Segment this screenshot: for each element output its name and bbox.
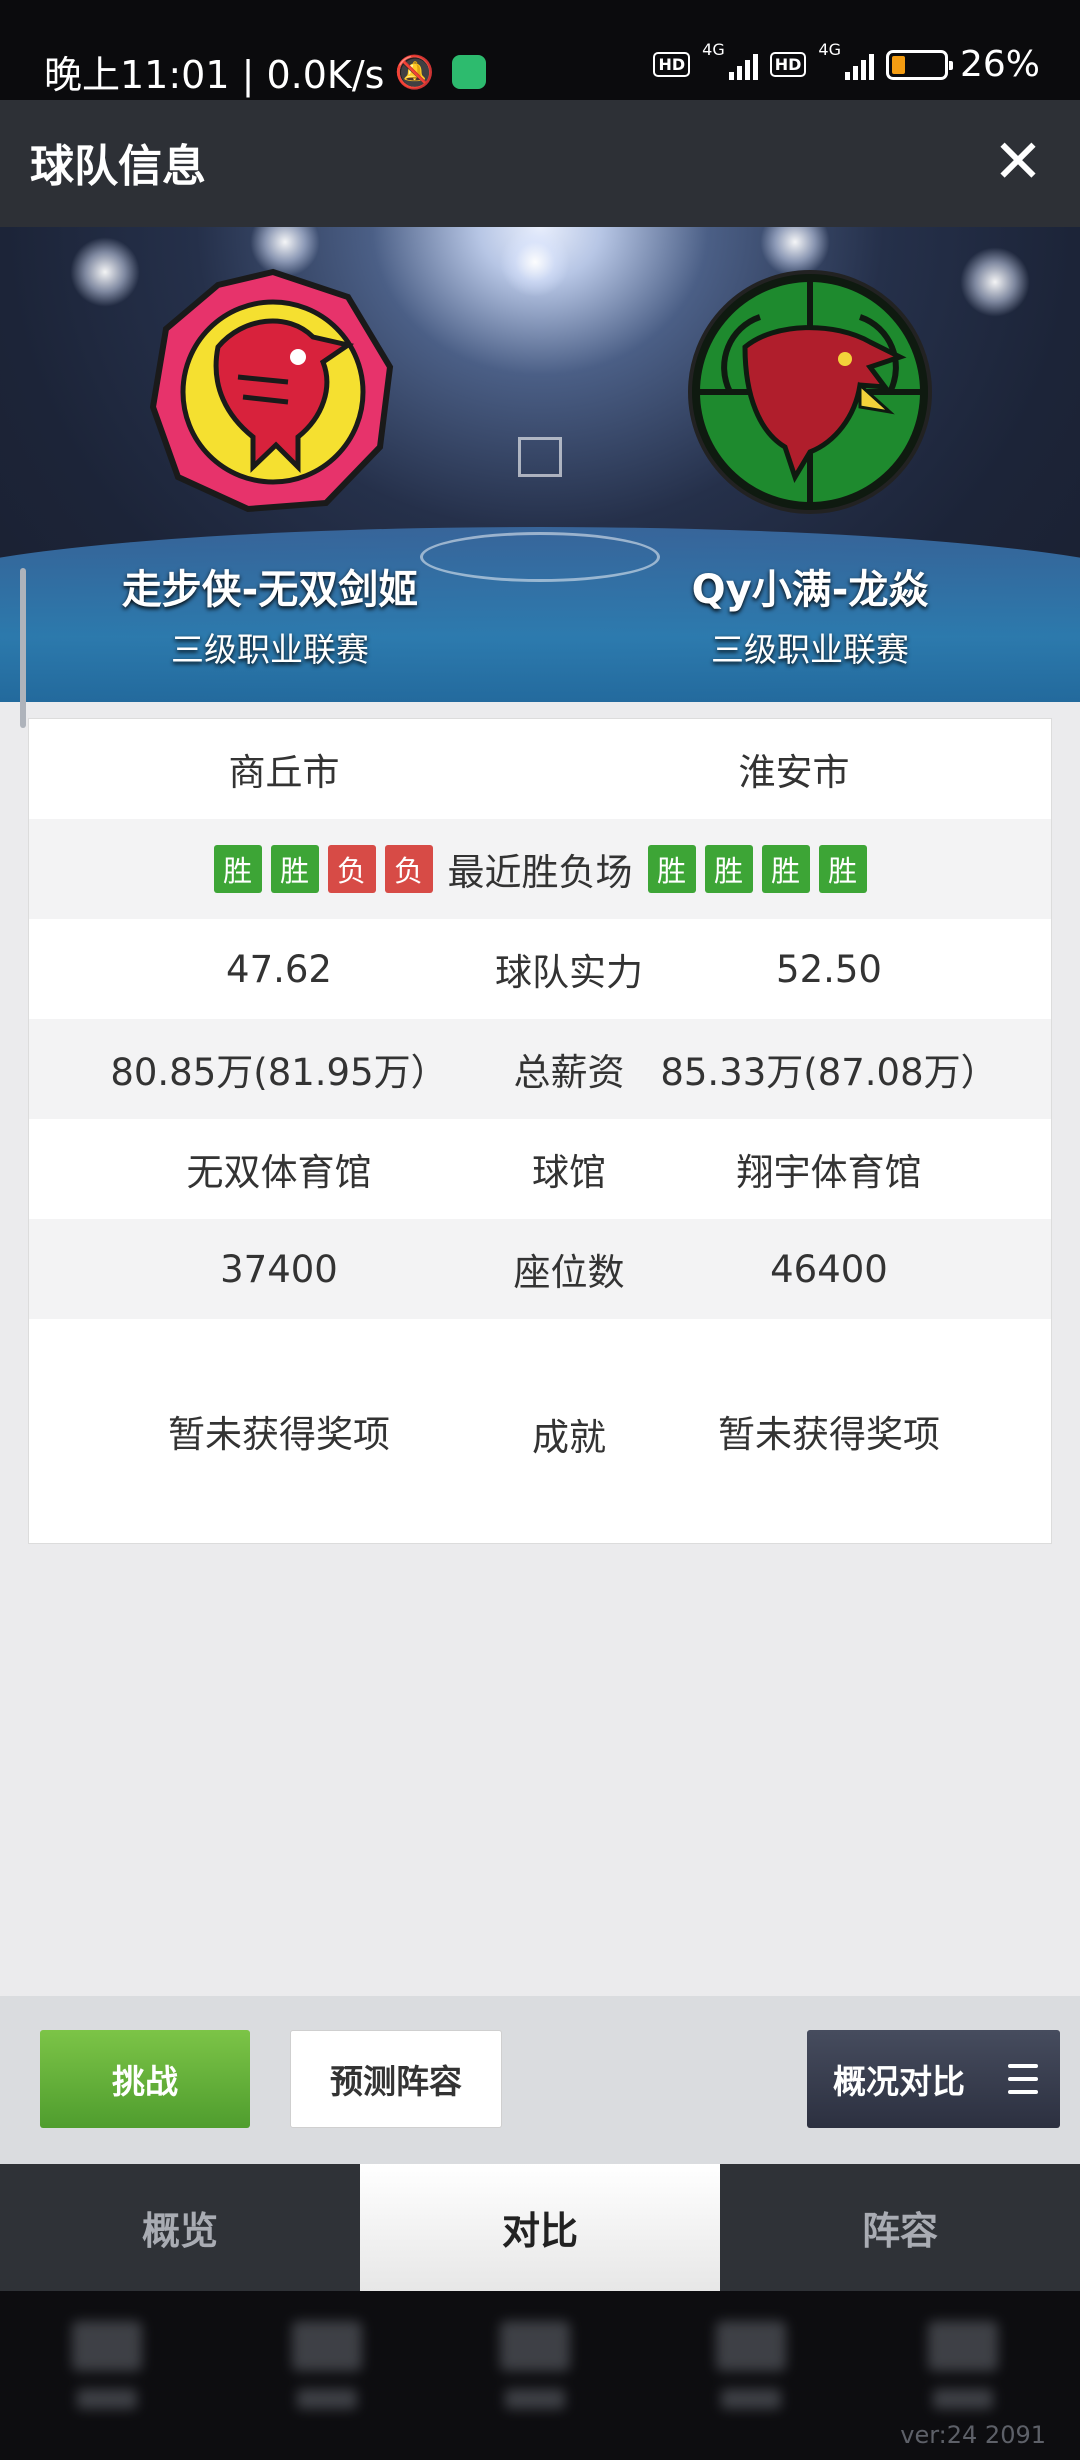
recent-record: 胜 胜 负 负 最近胜负场 胜 胜 胜 胜 <box>29 819 1051 919</box>
stadium-light <box>500 227 570 297</box>
overview-compare-label: 概况对比 <box>833 2062 965 2101</box>
hd-badge: HD <box>769 52 807 77</box>
blurred-nav-item[interactable] <box>500 2321 570 2421</box>
left-arena: 无双体育馆 <box>186 1151 372 1194</box>
blurred-nav-item[interactable] <box>928 2321 998 2421</box>
right-seats: 46400 <box>770 1247 888 1291</box>
left-achievement: 暂未获得奖项 <box>168 1413 390 1456</box>
right-arena: 翔宇体育馆 <box>736 1151 922 1194</box>
status-right: HD 4G HD 4G 26% <box>653 40 1040 85</box>
close-icon: ✕ <box>992 127 1044 197</box>
network-type: 4G <box>702 40 725 59</box>
right-result-badge: 胜 <box>818 845 867 893</box>
tab-lineup[interactable]: 阵容 <box>720 2164 1080 2291</box>
left-city: 商丘市 <box>228 751 340 794</box>
right-team-name: Qy小满-龙焱 <box>691 567 929 613</box>
recent-record-label: 最近胜负场 <box>447 851 633 894</box>
shield-icon <box>452 54 487 89</box>
status-left: 晚上11:01 | 0.0K/s 🔕 <box>44 44 487 99</box>
blurred-nav-item[interactable] <box>72 2321 142 2421</box>
left-salary: 80.85万(81.95万） <box>110 1051 448 1094</box>
status-bar: 晚上11:01 | 0.0K/s 🔕 HD 4G HD 4G 26% <box>0 0 1080 100</box>
title-bar: 球队信息 ✕ <box>0 100 1080 227</box>
signal-icon <box>728 50 758 80</box>
right-salary: 85.33万(87.08万） <box>660 1051 998 1094</box>
right-result-badge: 胜 <box>704 845 753 893</box>
achievement-row: 暂未获得奖项 成就 暂未获得奖项 <box>29 1319 1051 1543</box>
blurred-nav-item[interactable] <box>292 2321 362 2421</box>
left-result-badge: 胜 <box>213 845 262 893</box>
right-team-league: 三级职业联赛 <box>711 630 909 669</box>
menu-icon <box>1008 2064 1038 2094</box>
challenge-button[interactable]: 挑战 <box>40 2030 250 2128</box>
team-banner: 走步侠-无双剑姬 三级职业联赛 Qy小满-龙焱 三级职业联赛 <box>0 227 1080 702</box>
left-team-name: 走步侠-无双剑姬 <box>121 567 419 613</box>
left-seats: 37400 <box>220 1247 338 1291</box>
hd-badge: HD <box>653 52 691 77</box>
stadium-light <box>70 237 140 307</box>
left-result-badge: 胜 <box>270 845 319 893</box>
close-button[interactable]: ✕ <box>986 130 1050 194</box>
version-label: ver:24 2091 <box>900 2421 1046 2449</box>
phoenix-logo <box>149 268 394 513</box>
strength-row: 47.62 球队实力 52.50 <box>29 919 1051 1019</box>
right-strength: 52.50 <box>776 947 882 991</box>
predict-lineup-button[interactable]: 预测阵容 <box>290 2030 502 2128</box>
recent-record-row: 胜 胜 负 负 最近胜负场 胜 胜 胜 胜 <box>29 819 1051 919</box>
left-result-badge: 负 <box>384 845 433 893</box>
battery-icon <box>885 49 953 80</box>
battery-percent: 26% <box>959 44 1040 85</box>
signal-icon <box>844 50 874 80</box>
compare-table: 商丘市 淮安市 胜 胜 负 负 最近胜负场 胜 胜 胜 胜 47.62 球队实力… <box>28 718 1052 1544</box>
right-city: 淮安市 <box>738 751 850 794</box>
city-row: 商丘市 淮安市 <box>29 719 1051 819</box>
dragon-logo <box>688 270 932 514</box>
right-result-badge: 胜 <box>761 845 810 893</box>
right-result-badge: 胜 <box>647 845 696 893</box>
bottom-nav: ver:24 2091 <box>0 2291 1080 2460</box>
seats-row: 37400 座位数 46400 <box>29 1219 1051 1319</box>
left-team-league: 三级职业联赛 <box>171 630 369 669</box>
mute-bell-icon: 🔕 <box>394 52 435 91</box>
salary-row: 80.85万(81.95万） 总薪资 85.33万(87.08万） <box>29 1019 1051 1119</box>
right-achievement: 暂未获得奖项 <box>718 1413 940 1456</box>
scroll-indicator[interactable] <box>20 568 26 728</box>
tab-overview[interactable]: 概览 <box>0 2164 360 2291</box>
status-time-speed: 晚上11:01 | 0.0K/s <box>44 53 385 97</box>
action-bar: 挑战 预测阵容 概况对比 <box>0 1996 1080 2164</box>
tab-bar: 概览 对比 阵容 <box>0 2164 1080 2291</box>
left-strength: 47.62 <box>226 947 332 991</box>
stadium-light <box>960 247 1030 317</box>
overview-compare-button[interactable]: 概况对比 <box>807 2030 1060 2128</box>
blurred-nav-item[interactable] <box>716 2321 786 2421</box>
tab-compare[interactable]: 对比 <box>360 2164 720 2291</box>
left-result-badge: 负 <box>327 845 376 893</box>
page-title: 球队信息 <box>30 141 206 192</box>
arena-row: 无双体育馆 球馆 翔宇体育馆 <box>29 1119 1051 1219</box>
basketball-hoop <box>518 437 562 477</box>
network-type: 4G <box>818 40 841 59</box>
